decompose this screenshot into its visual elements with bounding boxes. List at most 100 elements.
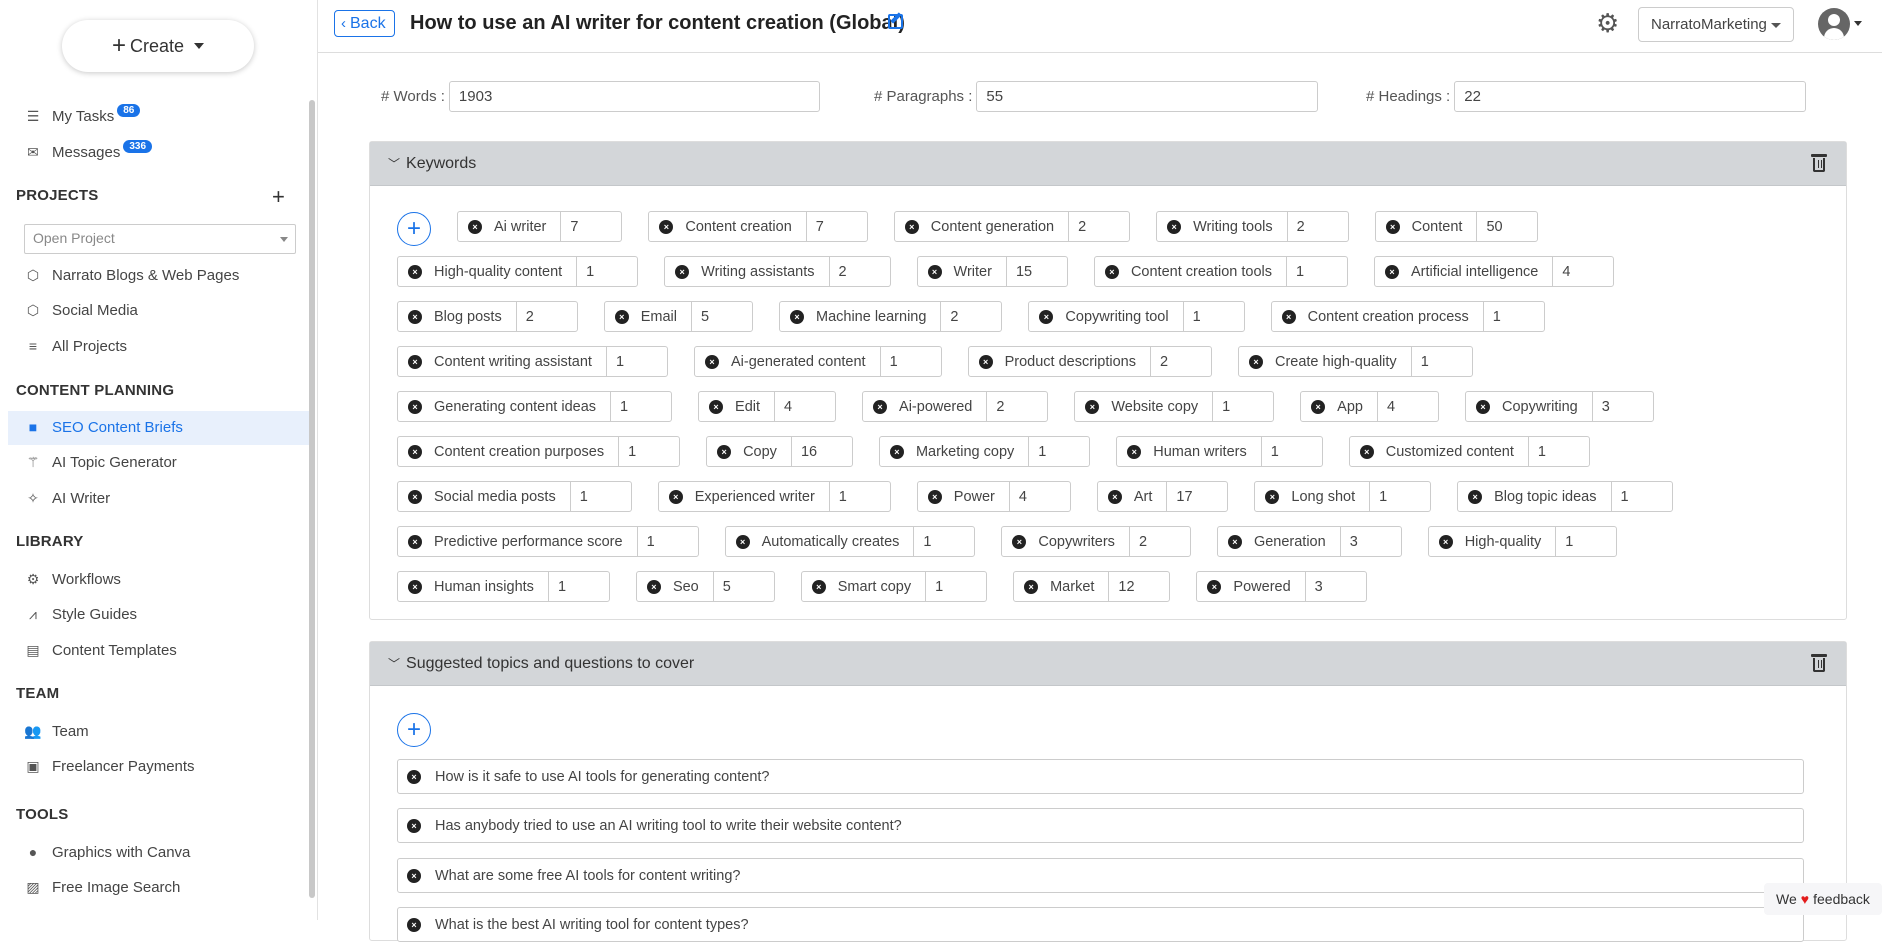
keyword-name-field[interactable]: × Product descriptions <box>969 347 1151 376</box>
remove-keyword-icon[interactable]: × <box>659 219 674 234</box>
sidebar-item-style-guides[interactable]: ⩘ Style Guides <box>24 599 137 629</box>
remove-keyword-icon[interactable]: × <box>1311 399 1326 414</box>
sidebar-item-team[interactable]: 👥 Team <box>24 716 88 746</box>
remove-keyword-icon[interactable]: × <box>408 354 422 369</box>
remove-keyword-icon[interactable]: × <box>889 444 904 459</box>
remove-keyword-icon[interactable]: × <box>408 399 422 414</box>
keyword-name-field[interactable]: × Copywriting tool <box>1029 302 1184 331</box>
remove-keyword-icon[interactable]: × <box>408 309 422 324</box>
remove-keyword-icon[interactable]: × <box>1127 444 1142 459</box>
sidebar-item-ai-topic-generator[interactable]: ⚚ AI Topic Generator <box>24 447 177 477</box>
remove-keyword-icon[interactable]: × <box>927 264 942 279</box>
keyword-name-field[interactable]: × Powered <box>1197 572 1306 601</box>
keyword-count-input[interactable]: 1 <box>1213 392 1273 421</box>
remove-keyword-icon[interactable]: × <box>704 354 719 369</box>
add-project-button[interactable]: + <box>272 184 285 210</box>
keyword-count-input[interactable]: 1 <box>914 527 974 556</box>
keyword-name-field[interactable]: × Customized content <box>1350 437 1529 466</box>
keyword-count-input[interactable]: 4 <box>1553 257 1613 286</box>
remove-keyword-icon[interactable]: × <box>717 444 732 459</box>
remove-keyword-icon[interactable]: × <box>1104 264 1119 279</box>
keyword-name-field[interactable]: × Writing assistants <box>665 257 830 286</box>
sidebar-item-workflows[interactable]: ⚙ Workflows <box>24 564 121 594</box>
keyword-name-field[interactable]: × Long shot <box>1255 482 1371 511</box>
remove-keyword-icon[interactable]: × <box>1468 489 1483 504</box>
remove-keyword-icon[interactable]: × <box>927 489 942 504</box>
caret-down-icon[interactable] <box>1854 21 1862 26</box>
keyword-name-field[interactable]: × Human writers <box>1117 437 1262 466</box>
sidebar-item-graphics-canva[interactable]: ● Graphics with Canva <box>24 837 191 867</box>
keyword-name-field[interactable]: × Blog topic ideas <box>1458 482 1612 511</box>
keyword-count-input[interactable]: 1 <box>1370 482 1430 511</box>
edit-title-icon[interactable] <box>888 14 903 29</box>
topic-item[interactable]: × What are some free AI tools for conten… <box>397 858 1804 893</box>
sidebar-item-freelancer-payments[interactable]: ▣ Freelancer Payments <box>24 751 194 781</box>
keyword-name-field[interactable]: × Ai writer <box>458 212 562 241</box>
gear-icon[interactable]: ⚙ <box>1596 10 1622 36</box>
sidebar-item-narrato-blogs[interactable]: ⬡ Narrato Blogs & Web Pages <box>24 260 239 290</box>
keyword-count-input[interactable]: 1 <box>1556 527 1616 556</box>
keyword-count-input[interactable]: 12 <box>1109 572 1169 601</box>
topic-item[interactable]: × How is it safe to use AI tools for gen… <box>397 759 1804 794</box>
sidebar-item-messages[interactable]: ✉ Messages 336 <box>24 137 153 167</box>
sidebar-item-ai-writer[interactable]: ✧ AI Writer <box>24 483 110 513</box>
remove-keyword-icon[interactable]: × <box>408 534 422 549</box>
remove-keyword-icon[interactable]: × <box>789 309 804 324</box>
remove-keyword-icon[interactable]: × <box>614 309 629 324</box>
keyword-count-input[interactable]: 2 <box>517 302 577 331</box>
keyword-count-input[interactable]: 3 <box>1593 392 1653 421</box>
keyword-count-input[interactable]: 2 <box>987 392 1047 421</box>
keyword-count-input[interactable]: 4 <box>775 392 835 421</box>
remove-keyword-icon[interactable]: × <box>1385 264 1399 279</box>
keyword-name-field[interactable]: × Copywriting <box>1466 392 1593 421</box>
keyword-name-field[interactable]: × Website copy <box>1075 392 1214 421</box>
keyword-name-field[interactable]: × Experienced writer <box>659 482 830 511</box>
keyword-count-input[interactable]: 17 <box>1167 482 1227 511</box>
keyword-name-field[interactable]: × Marketing copy <box>880 437 1030 466</box>
keyword-count-input[interactable]: 1 <box>1612 482 1672 511</box>
sidebar-item-free-image-search[interactable]: ▨ Free Image Search <box>24 872 180 902</box>
remove-keyword-icon[interactable]: × <box>408 264 422 279</box>
keyword-name-field[interactable]: × Copywriters <box>1002 527 1130 556</box>
keyword-name-field[interactable]: × Content <box>1376 212 1478 241</box>
remove-keyword-icon[interactable]: × <box>1107 489 1122 504</box>
trash-icon[interactable] <box>1811 654 1827 672</box>
keyword-count-input[interactable]: 1 <box>571 482 631 511</box>
keyword-count-input[interactable]: 1 <box>611 392 671 421</box>
remove-keyword-icon[interactable]: × <box>1248 354 1263 369</box>
keyword-count-input[interactable]: 1 <box>1529 437 1589 466</box>
remove-keyword-icon[interactable]: × <box>408 579 422 594</box>
keyword-count-input[interactable]: 1 <box>638 527 698 556</box>
keyword-name-field[interactable]: × Blog posts <box>398 302 517 331</box>
keyword-name-field[interactable]: × High-quality content <box>398 257 578 286</box>
topics-panel-header[interactable]: ﹀ Suggested topics and questions to cove… <box>370 642 1846 686</box>
back-button[interactable]: ‹ Back <box>334 10 395 37</box>
keyword-count-input[interactable]: 1 <box>1484 302 1544 331</box>
keyword-name-field[interactable]: × Content creation tools <box>1095 257 1287 286</box>
keyword-name-field[interactable]: × Power <box>918 482 1010 511</box>
keyword-name-field[interactable]: × Human insights <box>398 572 549 601</box>
keyword-count-input[interactable]: 2 <box>1288 212 1348 241</box>
remove-keyword-icon[interactable]: × <box>1438 534 1453 549</box>
keyword-name-field[interactable]: × Email <box>605 302 692 331</box>
remove-keyword-icon[interactable]: × <box>468 219 482 234</box>
keyword-count-input[interactable]: 2 <box>1130 527 1190 556</box>
paragraphs-input[interactable]: 55 <box>976 81 1319 112</box>
remove-keyword-icon[interactable]: × <box>978 354 993 369</box>
remove-keyword-icon[interactable]: × <box>904 219 919 234</box>
remove-icon[interactable]: × <box>407 818 421 833</box>
remove-keyword-icon[interactable]: × <box>709 399 724 414</box>
remove-keyword-icon[interactable]: × <box>1039 309 1054 324</box>
keyword-name-field[interactable]: × Predictive performance score <box>398 527 638 556</box>
keyword-count-input[interactable]: 3 <box>1341 527 1401 556</box>
remove-keyword-icon[interactable]: × <box>1265 489 1280 504</box>
keyword-name-field[interactable]: × Content creation <box>649 212 807 241</box>
keyword-count-input[interactable]: 1 <box>607 347 667 376</box>
account-dropdown[interactable]: NarratoMarketing <box>1638 7 1794 42</box>
words-input[interactable]: 1903 <box>448 81 820 112</box>
keyword-count-input[interactable]: 16 <box>792 437 852 466</box>
keyword-name-field[interactable]: × Copy <box>707 437 792 466</box>
keyword-count-input[interactable]: 1 <box>1262 437 1322 466</box>
keyword-count-input[interactable]: 2 <box>830 257 890 286</box>
remove-keyword-icon[interactable]: × <box>408 444 422 459</box>
